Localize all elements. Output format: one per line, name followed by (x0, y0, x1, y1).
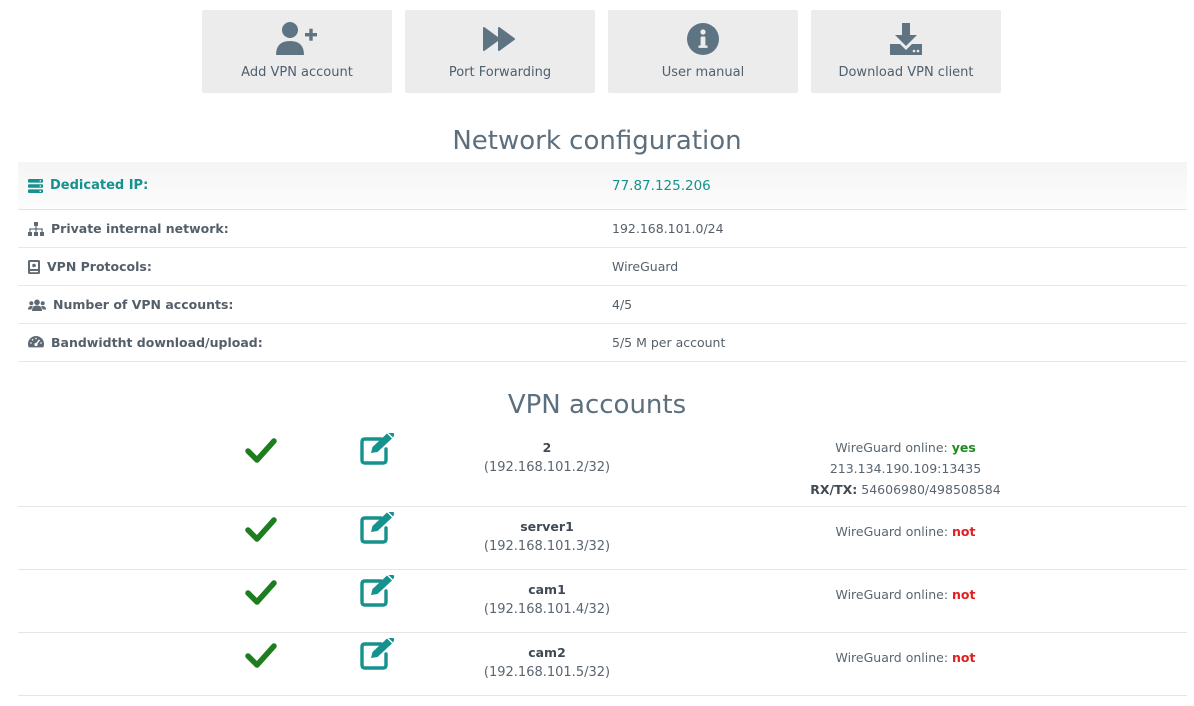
account-name: cam1 (528, 582, 566, 597)
user-manual-label: User manual (661, 65, 745, 80)
vpn-protocols-value: WireGuard (612, 259, 679, 274)
users-icon (28, 299, 46, 311)
vpn-protocols-label: VPN Protocols: (47, 259, 152, 274)
online-status-value: not (952, 650, 976, 665)
user-manual-button[interactable]: User manual (608, 10, 798, 93)
edit-icon[interactable] (359, 510, 397, 548)
download-vpn-client-label: Download VPN client (838, 65, 974, 80)
account-name: server1 (520, 519, 574, 534)
vpn-account-row: cam2 (192.168.101.5/32) WireGuard online… (18, 633, 1187, 696)
rxtx-label: RX/TX: (810, 482, 858, 497)
wireguard-online-label: WireGuard online: (835, 440, 948, 455)
edit-icon[interactable] (359, 636, 397, 674)
gauge-icon (28, 335, 44, 347)
account-name: 2 (542, 440, 552, 455)
account-status: WireGuard online: not (653, 524, 1158, 539)
vpn-accounts-count-value: 4/5 (612, 297, 633, 312)
check-icon[interactable] (245, 517, 277, 547)
dedicated-ip-value: 77.87.125.206 (612, 177, 711, 194)
account-status: WireGuard online: not (653, 650, 1158, 665)
bandwidth-label: Bandwidtht download/upload: (51, 335, 263, 350)
account-endpoint: 213.134.190.109:13435 (829, 461, 982, 476)
private-network-value: 192.168.101.0/24 (612, 221, 724, 236)
account-ip: (192.168.101.2/32) (483, 460, 611, 475)
check-icon[interactable] (245, 643, 277, 673)
add-vpn-account-label: Add VPN account (241, 65, 353, 80)
vpn-account-row: 2 (192.168.101.2/32) WireGuard online: y… (18, 428, 1187, 507)
private-network-label: Private internal network: (51, 221, 229, 236)
network-configuration-table: Dedicated IP: 77.87.125.206 Private inte… (18, 162, 1187, 362)
account-status: WireGuard online: yes (653, 440, 1158, 455)
online-status-value: yes (951, 440, 976, 455)
dedicated-ip-label: Dedicated IP: (50, 178, 149, 193)
account-ip: (192.168.101.4/32) (483, 602, 611, 617)
check-icon[interactable] (245, 438, 277, 468)
network-row-bandwidth: Bandwidtht download/upload: 5/5 M per ac… (18, 324, 1187, 362)
account-rxtx: RX/TX: 54606980/498508584 (653, 482, 1158, 497)
download-vpn-client-button[interactable]: Download VPN client (811, 10, 1001, 93)
account-ip: (192.168.101.5/32) (483, 665, 611, 680)
add-vpn-account-button[interactable]: Add VPN account (202, 10, 392, 93)
online-status-value: not (952, 587, 976, 602)
book-icon (28, 259, 40, 274)
vpn-accounts-count-label: Number of VPN accounts: (53, 297, 234, 312)
port-forwarding-label: Port Forwarding (448, 65, 552, 80)
account-status: WireGuard online: not (653, 587, 1158, 602)
server-icon (28, 178, 43, 193)
add-user-icon (202, 20, 392, 58)
network-configuration-heading: Network configuration (452, 126, 742, 156)
wireguard-online-label: WireGuard online: (835, 650, 949, 665)
edit-icon[interactable] (359, 573, 397, 611)
network-row-private-network: Private internal network: 192.168.101.0/… (18, 210, 1187, 248)
wireguard-online-label: WireGuard online: (835, 587, 949, 602)
port-forwarding-button[interactable]: Port Forwarding (405, 10, 595, 93)
network-row-vpn-protocols: VPN Protocols: WireGuard (18, 248, 1187, 286)
info-icon (608, 20, 798, 58)
wireguard-online-label: WireGuard online: (835, 524, 949, 539)
network-row-vpn-accounts-count: Number of VPN accounts: 4/5 (18, 286, 1187, 324)
online-status-value: not (952, 524, 976, 539)
account-ip: (192.168.101.3/32) (483, 539, 611, 554)
vpn-accounts-list: 2 (192.168.101.2/32) WireGuard online: y… (18, 428, 1187, 696)
sitemap-icon (28, 221, 44, 236)
bandwidth-value: 5/5 M per account (612, 335, 726, 350)
network-row-dedicated-ip: Dedicated IP: 77.87.125.206 (18, 162, 1187, 210)
vpn-accounts-heading: VPN accounts (507, 390, 687, 420)
account-name: cam2 (528, 645, 566, 660)
edit-icon[interactable] (359, 431, 397, 469)
rxtx-value: 54606980/498508584 (857, 482, 1001, 497)
check-icon[interactable] (245, 580, 277, 610)
vpn-account-row: cam1 (192.168.101.4/32) WireGuard online… (18, 570, 1187, 633)
download-icon (811, 20, 1001, 58)
vpn-account-row: server1 (192.168.101.3/32) WireGuard onl… (18, 507, 1187, 570)
fast-forward-icon (405, 20, 595, 58)
